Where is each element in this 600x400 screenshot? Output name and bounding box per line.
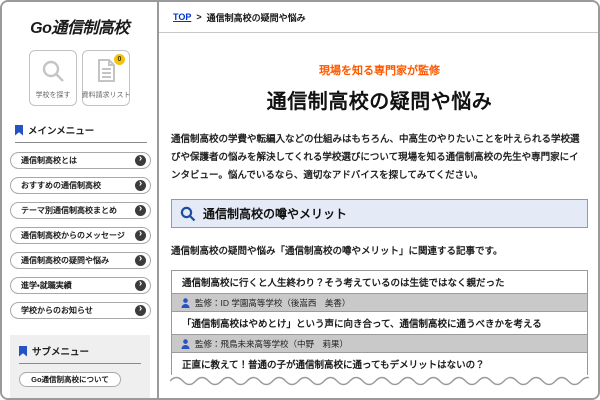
sidebar-item-results[interactable]: 進学・就職実績 <box>10 277 151 294</box>
bookmark-icon <box>15 124 23 136</box>
intro-paragraph: 通信制高校の学費や転編入などの仕組みはもちろん、中高生のやりたいことを叶えられる… <box>171 134 580 181</box>
breadcrumb-home-link[interactable]: TOP <box>173 12 191 22</box>
menu-item-label: テーマ別通信制高校まとめ <box>21 206 117 215</box>
sidebar-item-messages[interactable]: 通信制高校からのメッセージ <box>10 227 151 244</box>
site-logo[interactable]: Go通信制高校 <box>10 14 149 38</box>
person-icon <box>181 297 190 308</box>
request-list-button[interactable]: 0 資料請求リスト <box>81 50 131 106</box>
torn-edge-wave <box>170 376 589 392</box>
supervisor-label: 監修：飛鳥未来高等学校（中野 莉果） <box>195 338 349 349</box>
search-school-button[interactable]: 学校を探す <box>29 50 77 106</box>
article-content: 現場を知る専門家が監修 通信制高校の疑問や悩み 通信制高校の学費や転編入などの仕… <box>159 62 598 392</box>
menu-item-label: 通信制高校からのメッセージ <box>21 231 125 240</box>
chevron-right-icon <box>135 305 146 316</box>
article-link[interactable]: 「通信制高校はやめとけ」という声に向き合って、通信制高校に通うべきかを考える <box>172 312 587 334</box>
breadcrumb: TOP > 通信制高校の疑問や悩み <box>159 2 598 33</box>
request-count-badge: 0 <box>114 54 125 65</box>
sub-menu-title: サブメニュー <box>32 347 90 358</box>
bookmark-icon <box>19 345 27 357</box>
sidebar-item-about[interactable]: 通信制高校とは <box>10 152 151 169</box>
main-menu: 通信制高校とは おすすめの通信制高校 テーマ別通信制高校まとめ 通信制高校からの… <box>2 143 157 319</box>
main-menu-header: メインメニュー <box>15 123 147 143</box>
supervisor-label: 監修：ID 学園高等学校（後嵩西 美香） <box>195 297 351 308</box>
chevron-right-icon <box>135 205 146 216</box>
chevron-right-icon <box>135 155 146 166</box>
main-menu-title: メインメニュー <box>28 126 95 137</box>
search-icon <box>30 58 76 84</box>
search-school-label: 学校を探す <box>35 92 71 99</box>
sub-menu-section: サブメニュー Go通信制高校について <box>10 335 150 398</box>
menu-item-label: 学校からのお知らせ <box>21 306 93 315</box>
article-list: 通信制高校に行くと人生終わり？そう考えているのは生徒ではなく親だった 監修：ID… <box>171 270 588 375</box>
page: Go通信制高校 学校を探す 0 資料請求リスト メインメニュー 通信制高校とは … <box>0 0 600 400</box>
sidebar-actions: 学校を探す 0 資料請求リスト <box>2 50 157 106</box>
chevron-right-icon <box>135 280 146 291</box>
breadcrumb-current: 通信制高校の疑問や悩み <box>206 12 306 23</box>
supervised-tagline: 現場を知る専門家が監修 <box>319 65 440 77</box>
sidebar-item-themes[interactable]: テーマ別通信制高校まとめ <box>10 202 151 219</box>
sub-menu-header: サブメニュー <box>19 344 141 364</box>
chevron-right-icon <box>135 255 146 266</box>
article-link[interactable]: 通信制高校に行くと人生終わり？そう考えているのは生徒ではなく親だった <box>172 271 587 293</box>
menu-item-label: Go通信制高校について <box>31 375 109 384</box>
section-header: 通信制高校の噂やメリット <box>171 199 588 228</box>
related-note: 通信制高校の疑問や悩み「通信制高校の噂やメリット」に関連する記事です。 <box>171 246 503 257</box>
sidebar: Go通信制高校 学校を探す 0 資料請求リスト メインメニュー 通信制高校とは … <box>2 2 159 398</box>
main-content: TOP > 通信制高校の疑問や悩み 現場を知る専門家が監修 通信制高校の疑問や悩… <box>159 2 598 398</box>
section-title: 通信制高校の噂やメリット <box>203 207 348 221</box>
menu-item-label: 通信制高校とは <box>21 156 77 165</box>
article-list-wrap: 通信制高校に行くと人生終わり？そう考えているのは生徒ではなく親だった 監修：ID… <box>170 270 589 392</box>
menu-item-label: おすすめの通信制高校 <box>21 181 101 190</box>
supervisor-row: 監修：ID 学園高等学校（後嵩西 美香） <box>172 293 587 312</box>
menu-item-label: 進学・就職実績 <box>21 281 72 290</box>
chevron-right-icon <box>135 180 146 191</box>
request-list-label: 資料請求リスト <box>81 92 131 99</box>
sidebar-item-about-site[interactable]: Go通信制高校について <box>19 372 121 387</box>
breadcrumb-separator: > <box>196 12 202 22</box>
supervisor-row: 監修：飛鳥未来高等学校（中野 莉果） <box>172 334 587 353</box>
section-search-icon <box>180 206 196 222</box>
person-icon <box>181 338 190 349</box>
sidebar-item-questions[interactable]: 通信制高校の疑問や悩み <box>10 252 151 269</box>
menu-item-label: 通信制高校の疑問や悩み <box>21 256 109 265</box>
page-title: 通信制高校の疑問や悩み <box>266 91 493 113</box>
sidebar-item-recommended[interactable]: おすすめの通信制高校 <box>10 177 151 194</box>
sidebar-item-news[interactable]: 学校からのお知らせ <box>10 302 151 319</box>
chevron-right-icon <box>135 230 146 241</box>
